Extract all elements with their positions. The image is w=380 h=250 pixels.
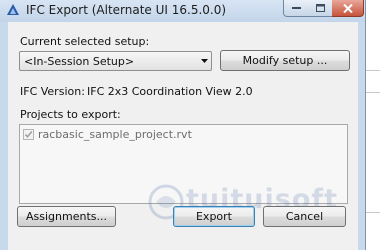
window-title: IFC Export (Alternate UI 16.5.0.0): [26, 3, 227, 17]
setup-dropdown[interactable]: <In-Session Setup>: [19, 51, 212, 71]
project-checkbox[interactable]: [23, 129, 34, 140]
app-icon: [7, 4, 19, 15]
export-button[interactable]: Export: [173, 206, 255, 227]
dialog-body: Current selected setup: <In-Session Setu…: [8, 22, 358, 250]
projects-label: Projects to export:: [20, 108, 121, 121]
background-divider: [366, 70, 380, 71]
setup-dropdown-value: <In-Session Setup>: [24, 55, 135, 68]
current-setup-label: Current selected setup:: [20, 35, 150, 48]
modify-setup-button[interactable]: Modify setup ...: [220, 50, 350, 71]
cancel-button[interactable]: Cancel: [263, 206, 346, 227]
close-icon: [342, 3, 353, 13]
background-divider: [366, 92, 380, 93]
ifc-version-value: IFC 2x3 Coordination View 2.0: [87, 85, 253, 98]
background-divider: [366, 212, 380, 213]
maximize-icon: [315, 4, 325, 12]
title-bar[interactable]: IFC Export (Alternate UI 16.5.0.0): [0, 0, 365, 22]
close-button[interactable]: [332, 0, 364, 17]
minimize-button[interactable]: [283, 0, 309, 17]
assignments-button[interactable]: Assignments...: [17, 206, 116, 227]
project-item-name: racbasic_sample_project.rvt: [38, 128, 192, 141]
checkbox-icon: [24, 131, 33, 138]
maximize-button[interactable]: [308, 0, 333, 17]
ifc-export-window: IFC Export (Alternate UI 16.5.0.0) Curre…: [0, 0, 366, 250]
dropdown-arrow-icon: [201, 59, 208, 63]
ifc-version-label: IFC Version:: [20, 85, 85, 98]
minimize-icon: [291, 7, 301, 9]
